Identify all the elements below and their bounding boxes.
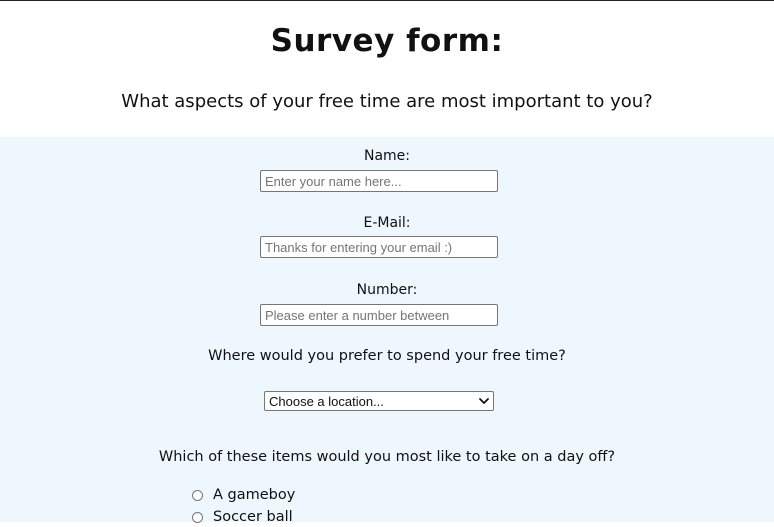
location-select[interactable]: Choose a location... [264,391,494,411]
radio-option-label: A gameboy [213,487,296,503]
location-question: Where would you prefer to spend your fre… [208,348,566,364]
radio-button[interactable] [192,511,203,523]
radio-option-label: Soccer ball [213,509,293,525]
radio-button[interactable] [192,489,203,501]
chevron-down-icon [475,392,493,410]
radio-option-gameboy[interactable]: A gameboy [192,485,295,505]
number-label: Number: [356,282,418,298]
email-input[interactable] [260,236,498,258]
location-select-value: Choose a location... [269,393,384,409]
number-input[interactable] [260,304,498,326]
name-input[interactable] [260,170,498,192]
survey-form: Name: E-Mail: Number: Where would you pr… [0,137,774,525]
email-label: E-Mail: [363,215,411,231]
name-label: Name: [363,148,411,164]
radio-option-soccer-ball[interactable]: Soccer ball [192,507,293,527]
items-question: Which of these items would you most like… [158,449,616,465]
page-title: Survey form: [270,23,504,59]
page-subtitle: What aspects of your free time are most … [121,91,653,112]
page-header: Survey form: What aspects of your free t… [0,1,774,137]
